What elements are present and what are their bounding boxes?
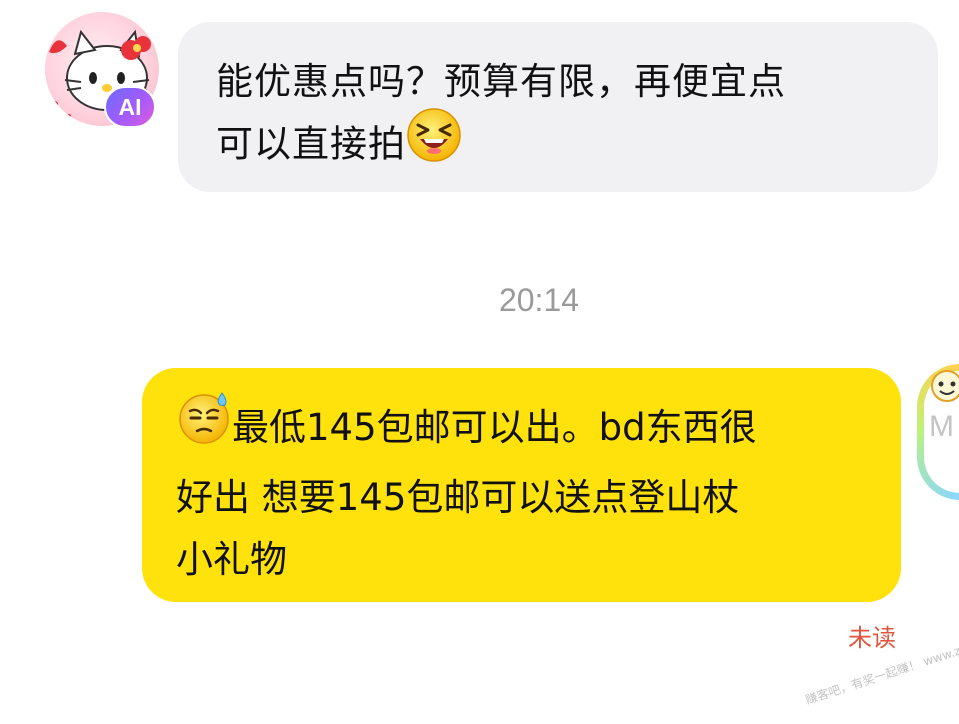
incoming-message-line: 能优惠点吗？预算有限，再便宜点 (216, 60, 786, 103)
outgoing-message-line: 小礼物 (176, 538, 287, 581)
outgoing-message-bubble[interactable]: 最低145包邮可以出。bd东西很 好出 想要145包邮可以送点登山杖 小礼物 (142, 368, 901, 602)
my-avatar[interactable]: M (917, 364, 959, 500)
outgoing-message-line: 最低145包邮可以出。bd东西很 (176, 392, 861, 467)
message-timestamp: 20:14 (498, 282, 580, 318)
my-avatar-letter: M (929, 410, 954, 443)
ai-badge: AI (104, 86, 156, 128)
sweating-face-icon (176, 389, 232, 464)
incoming-message-text: 可以直接拍 (216, 122, 406, 166)
read-status: 未读 (848, 624, 896, 652)
outgoing-message-line: 好出 想要145包邮可以送点登山杖 (176, 476, 740, 519)
outgoing-message-text: 最低145包邮可以出。bd东西很 (232, 406, 757, 449)
incoming-message-bubble[interactable]: 能优惠点吗？预算有限，再便宜点 可以直接拍 (178, 22, 938, 192)
cartoon-character-icon (927, 370, 959, 402)
laughing-face-icon (406, 107, 462, 179)
incoming-message-line: 可以直接拍 (216, 107, 902, 182)
